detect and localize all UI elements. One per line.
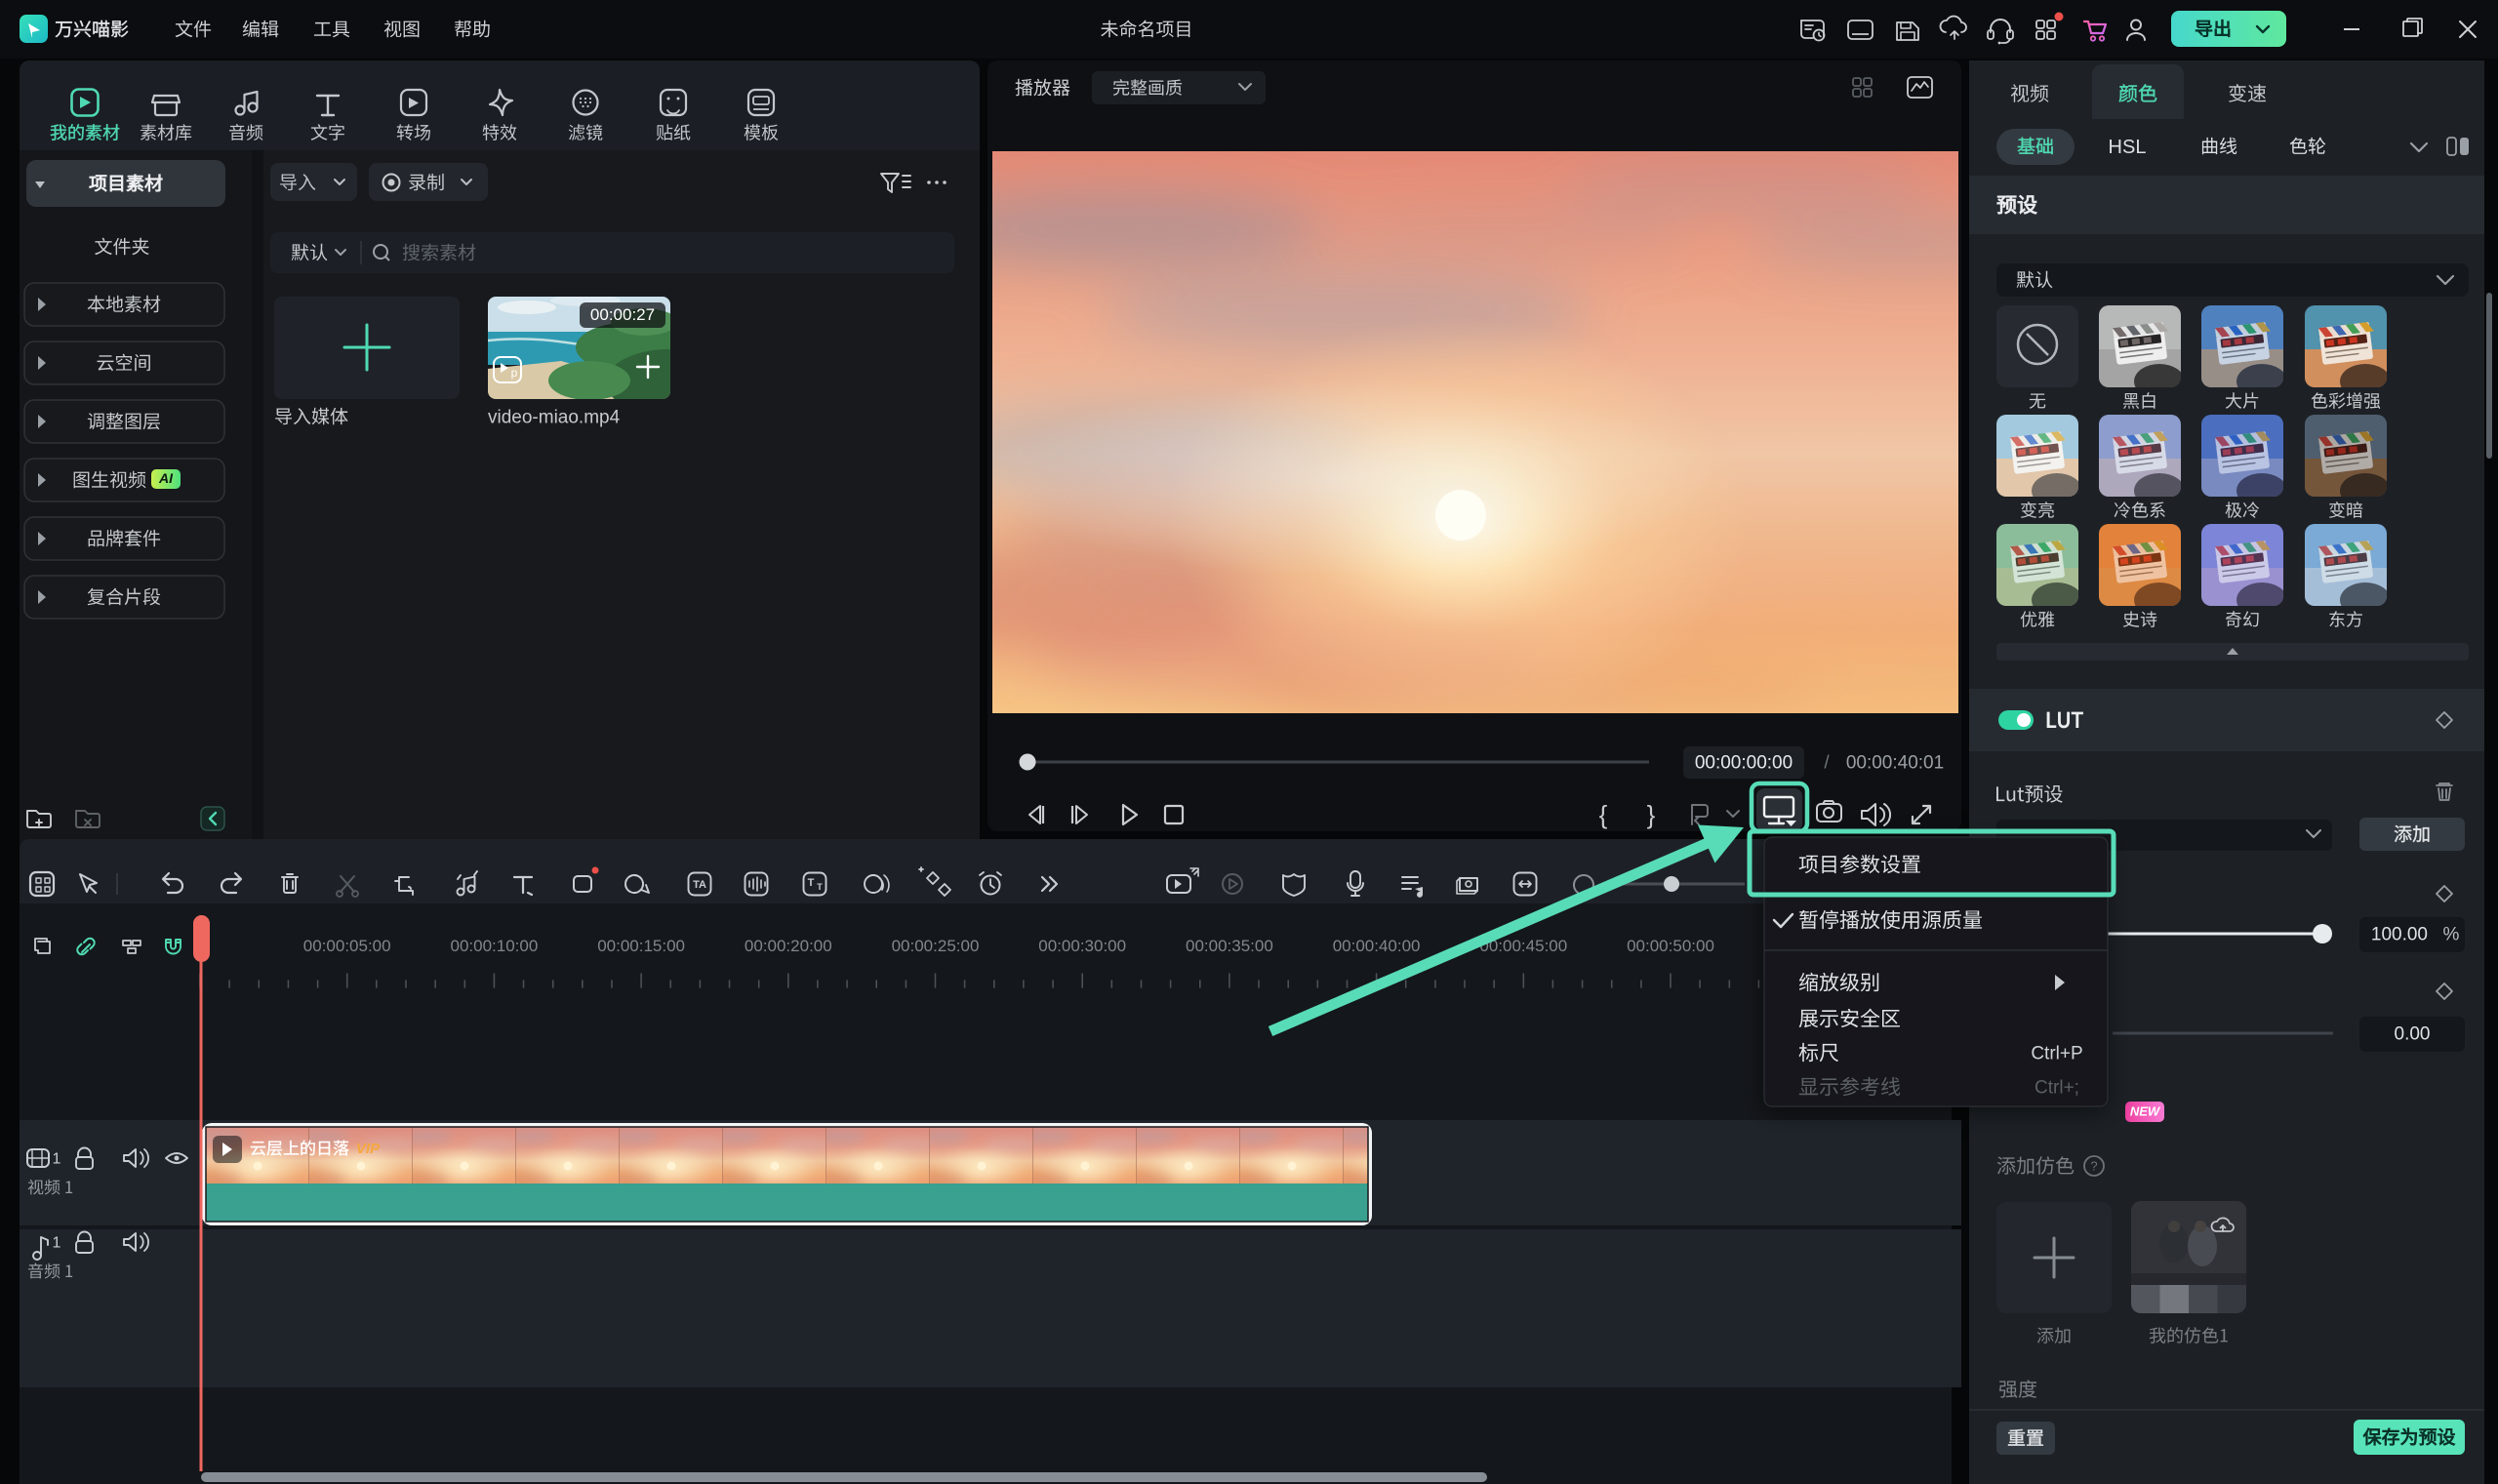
svg-text:00:00:20:00: 00:00:20:00 <box>745 937 832 955</box>
svg-text:100.00: 100.00 <box>2371 925 2428 945</box>
svg-text:AI: AI <box>158 470 174 486</box>
svg-text:1: 1 <box>53 1151 61 1168</box>
svg-text:p: p <box>511 366 518 380</box>
svg-text:00:00:27: 00:00:27 <box>590 305 655 324</box>
svg-text:video-miao.mp4: video-miao.mp4 <box>488 408 621 428</box>
svg-text:VIP: VIP <box>356 1141 381 1157</box>
svg-text:{: { <box>1599 800 1608 829</box>
svg-text:00:00:40:01: 00:00:40:01 <box>1846 753 1944 774</box>
svg-text:Ctrl+;: Ctrl+; <box>2035 1078 2079 1099</box>
svg-text:00:00:50:00: 00:00:50:00 <box>1627 937 1714 955</box>
svg-text:NEW: NEW <box>2130 1104 2161 1119</box>
svg-text:00:00:05:00: 00:00:05:00 <box>303 937 391 955</box>
svg-text:TA: TA <box>693 879 706 891</box>
svg-text:00:00:00:00: 00:00:00:00 <box>1695 753 1793 774</box>
svg-text:%: % <box>2443 925 2460 945</box>
svg-text:0.00: 0.00 <box>2395 1024 2431 1045</box>
svg-text:00:00:30:00: 00:00:30:00 <box>1038 937 1126 955</box>
svg-text:1: 1 <box>53 1235 61 1252</box>
svg-text:/: / <box>1824 753 1830 774</box>
svg-text:HSL: HSL <box>2109 137 2147 158</box>
svg-text:T: T <box>808 877 815 889</box>
svg-text:00:00:15:00: 00:00:15:00 <box>597 937 685 955</box>
svg-text:T: T <box>817 882 823 892</box>
svg-text:00:00:25:00: 00:00:25:00 <box>892 937 980 955</box>
svg-text:00:00:40:00: 00:00:40:00 <box>1333 937 1421 955</box>
svg-text:00:00:35:00: 00:00:35:00 <box>1186 937 1273 955</box>
svg-text:00:00:10:00: 00:00:10:00 <box>450 937 538 955</box>
svg-text:}: } <box>1647 800 1656 829</box>
svg-text:Ctrl+P: Ctrl+P <box>2031 1044 2082 1064</box>
svg-text:?: ? <box>2090 1159 2097 1174</box>
